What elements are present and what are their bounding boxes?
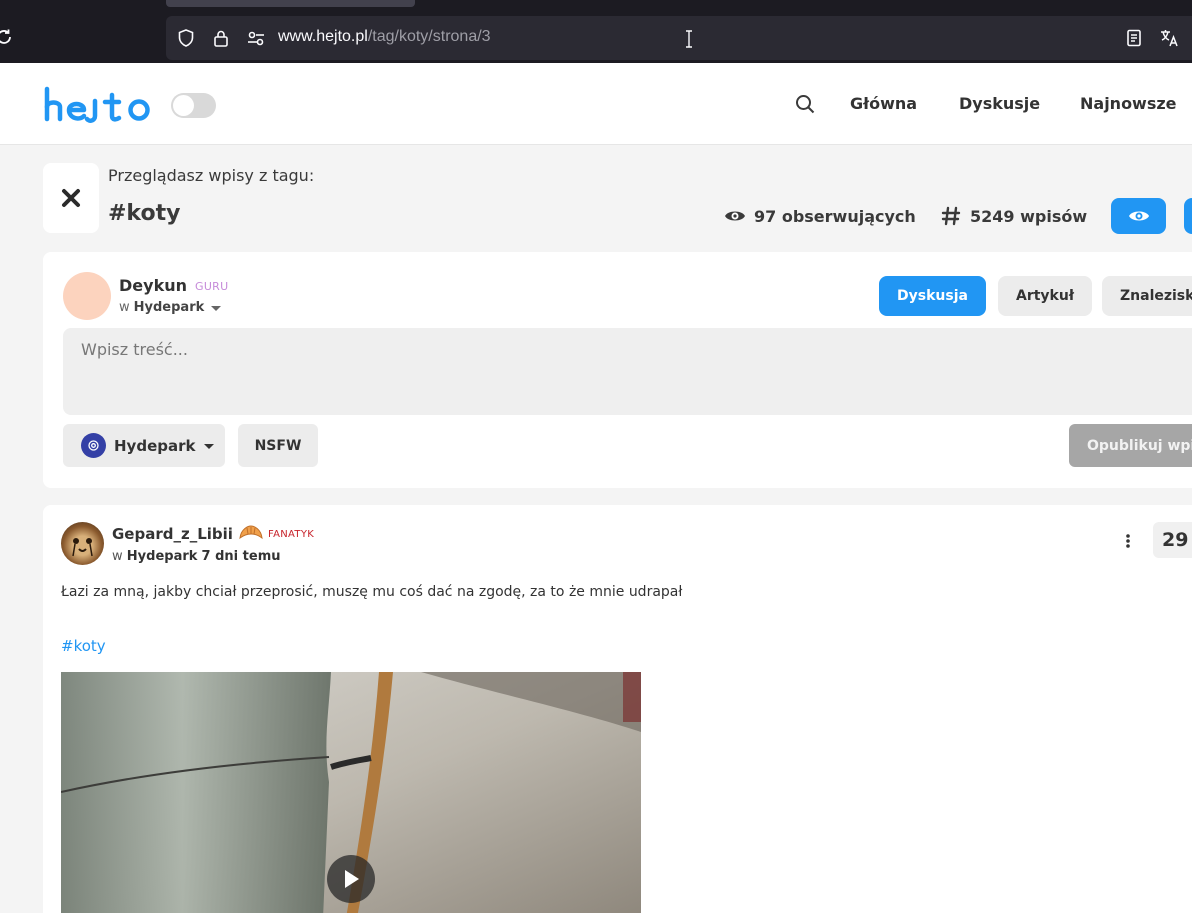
- type-dyskusja-button[interactable]: Dyskusja: [879, 276, 986, 316]
- tab-strip: [0, 0, 1192, 14]
- play-icon: [345, 870, 359, 888]
- user-rank-badge: FANATYK: [268, 529, 315, 540]
- post-time[interactable]: 7 dni temu: [202, 549, 281, 564]
- place-prefix: w: [119, 300, 130, 315]
- avatar[interactable]: [61, 522, 104, 565]
- post-text: Łazi za mną, jakby chciał przeprosić, mu…: [61, 584, 683, 600]
- type-znalezisko-button[interactable]: Znalezisko: [1102, 276, 1192, 316]
- lock-icon[interactable]: [211, 28, 231, 48]
- place-name: Hydepark: [133, 300, 205, 315]
- post-community-link[interactable]: Hydepark: [127, 549, 198, 564]
- active-tab[interactable]: [166, 0, 415, 7]
- observe-tag-button[interactable]: [1111, 198, 1166, 234]
- video-play-button[interactable]: [327, 855, 375, 903]
- composer-community-selector[interactable]: w Hydepark: [119, 300, 224, 315]
- url-path: /tag/koty/strona/3: [367, 28, 491, 45]
- nav-link-dyskusje[interactable]: Dyskusje: [959, 94, 1040, 113]
- avatar[interactable]: [63, 272, 111, 320]
- address-bar[interactable]: www.hejto.pl/tag/koty/strona/3: [166, 16, 1192, 60]
- text-cursor-icon: [686, 30, 692, 48]
- eye-icon: [725, 211, 745, 221]
- posts-label: 5249 wpisów: [970, 206, 1088, 226]
- tag-title: #koty: [108, 201, 181, 226]
- site-header: Główna Dyskusje Najnowsze: [0, 63, 1192, 145]
- chevron-down-icon: [204, 443, 215, 449]
- more-vertical-icon[interactable]: [1120, 531, 1136, 551]
- cheetah-avatar-image: [72, 538, 93, 557]
- close-icon: [62, 189, 80, 207]
- type-artykul-button[interactable]: Artykuł: [998, 276, 1093, 316]
- hash-icon: [941, 206, 961, 226]
- theme-toggle[interactable]: [171, 93, 216, 118]
- tag-action-button[interactable]: [1184, 198, 1192, 234]
- toggle-knob: [173, 95, 194, 116]
- community-select-button[interactable]: Hydepark: [63, 424, 225, 467]
- nav-link-najnowsze[interactable]: Najnowsze: [1080, 94, 1177, 113]
- shield-icon[interactable]: [176, 28, 196, 48]
- place-prefix: w: [112, 549, 123, 564]
- followers-count: 97 obserwujących: [724, 205, 916, 227]
- reload-icon[interactable]: [0, 27, 14, 47]
- user-rank-badge: GURU: [195, 280, 229, 293]
- posts-count: 5249 wpisów: [940, 205, 1087, 227]
- post-video[interactable]: [61, 672, 641, 913]
- post-score[interactable]: 29: [1153, 522, 1192, 558]
- post-composer: Deykun GURU w Hydepark Dyskusja Artykuł …: [43, 252, 1192, 488]
- chevron-down-icon: [211, 305, 222, 311]
- nav-link-glowna[interactable]: Główna: [850, 94, 917, 113]
- browser-chrome: www.hejto.pl/tag/koty/strona/3: [0, 0, 1192, 63]
- nsfw-toggle-button[interactable]: NSFW: [238, 424, 318, 467]
- url-host: www.hejto.pl: [278, 28, 368, 45]
- reader-view-icon[interactable]: [1124, 28, 1144, 48]
- post-card: Gepard_z_Libii FANATYK w Hydepark 7 dni …: [43, 505, 1192, 913]
- community-label: Hydepark: [114, 436, 196, 455]
- eye-icon: [1128, 211, 1149, 221]
- croissant-icon: [239, 525, 263, 540]
- url-text[interactable]: www.hejto.pl/tag/koty/strona/3: [278, 28, 491, 46]
- hejto-logo[interactable]: [43, 85, 158, 125]
- composer-username[interactable]: Deykun: [119, 276, 187, 295]
- post-meta: w Hydepark 7 dni temu: [112, 549, 281, 564]
- permissions-icon[interactable]: [246, 28, 266, 48]
- community-icon: [81, 433, 106, 458]
- close-tag-button[interactable]: [43, 163, 99, 233]
- translate-icon[interactable]: [1159, 28, 1179, 48]
- publish-button[interactable]: Opublikuj wpis: [1069, 424, 1192, 467]
- followers-label: 97 obserwujących: [754, 206, 916, 226]
- tag-caption: Przeglądasz wpisy z tagu:: [108, 166, 315, 185]
- post-username[interactable]: Gepard_z_Libii: [112, 525, 233, 543]
- search-icon[interactable]: [794, 93, 816, 115]
- post-content-input[interactable]: [63, 328, 1192, 415]
- post-tag-link[interactable]: #koty: [61, 637, 106, 655]
